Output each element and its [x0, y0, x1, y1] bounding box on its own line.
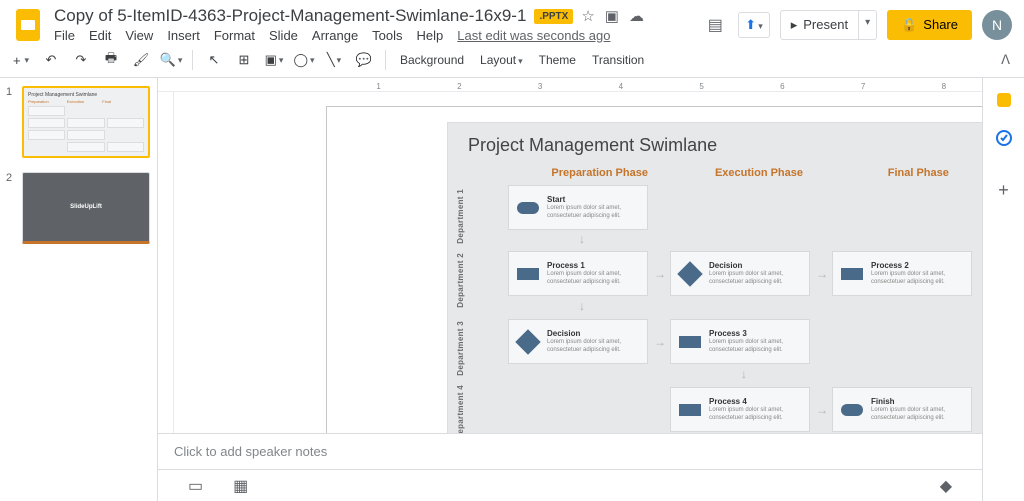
- theme-button[interactable]: Theme: [533, 53, 582, 67]
- layout-button[interactable]: Layout▾: [474, 53, 529, 67]
- menu-bar: File Edit View Insert Format Slide Arran…: [54, 28, 694, 43]
- card-decision-r2: DecisionLorem ipsum dolor sit amet, cons…: [670, 251, 810, 296]
- side-panel: +: [982, 78, 1024, 501]
- lane-4-label: Department 4: [456, 385, 465, 433]
- present-dropdown[interactable]: ▾: [859, 10, 877, 40]
- lane-2-label: Department 2: [456, 253, 465, 308]
- slide-thumb-1[interactable]: 1 Project Management Swimlane Preparatio…: [6, 86, 151, 158]
- card-process1: Process 1Lorem ipsum dolor sit amet, con…: [508, 251, 648, 296]
- lane-1-label: Department 1: [456, 189, 465, 244]
- vertical-ruler: [158, 92, 174, 433]
- pptx-badge: .PPTX: [534, 9, 573, 24]
- grid-view-icon[interactable]: ▦: [233, 476, 248, 496]
- redo-button[interactable]: ↷: [68, 47, 94, 73]
- undo-button[interactable]: ↶: [38, 47, 64, 73]
- menu-slide[interactable]: Slide: [269, 28, 298, 43]
- shape-tool[interactable]: ◯▾: [291, 47, 317, 73]
- filmstrip: 1 Project Management Swimlane Preparatio…: [0, 78, 158, 501]
- menu-view[interactable]: View: [125, 28, 153, 43]
- collapse-toolbar[interactable]: ᐱ: [1001, 52, 1010, 68]
- phase-preparation: Preparation Phase: [520, 167, 679, 179]
- horizontal-ruler: 12345678: [158, 78, 982, 92]
- lane-3-label: Department 3: [456, 321, 465, 376]
- share-button[interactable]: 🔒 Share: [887, 10, 972, 40]
- slides-logo[interactable]: [10, 7, 46, 43]
- transition-button[interactable]: Transition: [586, 53, 650, 67]
- slide-thumb-2[interactable]: 2 SlideUpLift: [6, 172, 151, 244]
- card-process4: Process 4Lorem ipsum dolor sit amet, con…: [670, 387, 810, 432]
- explore-icon[interactable]: ◆: [940, 476, 952, 496]
- new-slide-button[interactable]: + ▾: [8, 47, 34, 73]
- slide-title: Project Management Swimlane: [468, 135, 717, 156]
- comments-icon[interactable]: ▤: [702, 12, 728, 38]
- card-process2: Process 2Lorem ipsum dolor sit amet, con…: [832, 251, 972, 296]
- card-process3: Process 3Lorem ipsum dolor sit amet, con…: [670, 319, 810, 364]
- menu-insert[interactable]: Insert: [167, 28, 200, 43]
- toolbar: + ▾ ↶ ↷ 🖶 🖌 🔍▾ ↖ ⊞ ▣▾ ◯▾ ╲▾ 💬 Background…: [0, 43, 1024, 78]
- swimlane-diagram: Project Management Swimlane Preparation …: [447, 122, 982, 433]
- speaker-notes[interactable]: Click to add speaker notes: [158, 433, 982, 469]
- slide-canvas[interactable]: Project Management Swimlane Preparation …: [326, 106, 982, 433]
- image-tool[interactable]: ▣▾: [261, 47, 287, 73]
- menu-edit[interactable]: Edit: [89, 28, 111, 43]
- menu-tools[interactable]: Tools: [372, 28, 402, 43]
- account-avatar[interactable]: N: [982, 10, 1012, 40]
- move-icon[interactable]: ▣: [605, 7, 619, 25]
- paint-format-button[interactable]: 🖌: [128, 47, 154, 73]
- present-button[interactable]: ▸ Present: [780, 10, 859, 40]
- card-start: StartLorem ipsum dolor sit amet, consect…: [508, 185, 648, 230]
- keep-icon[interactable]: [994, 90, 1014, 110]
- document-title[interactable]: Copy of 5-ItemID-4363-Project-Management…: [54, 6, 526, 26]
- card-decision-r3: DecisionLorem ipsum dolor sit amet, cons…: [508, 319, 648, 364]
- comment-tool[interactable]: 💬: [351, 47, 377, 73]
- textbox-tool[interactable]: ⊞: [231, 47, 257, 73]
- filmstrip-view-icon[interactable]: ▭: [188, 476, 203, 496]
- tasks-icon[interactable]: [994, 128, 1014, 148]
- star-icon[interactable]: ☆: [581, 7, 594, 25]
- menu-file[interactable]: File: [54, 28, 75, 43]
- menu-arrange[interactable]: Arrange: [312, 28, 358, 43]
- print-button[interactable]: 🖶: [98, 47, 124, 73]
- line-tool[interactable]: ╲▾: [321, 47, 347, 73]
- menu-help[interactable]: Help: [417, 28, 444, 43]
- card-finish: FinishLorem ipsum dolor sit amet, consec…: [832, 387, 972, 432]
- phase-execution: Execution Phase: [679, 167, 838, 179]
- bottom-bar: ▭ ▦ ◆: [158, 469, 982, 501]
- phase-final: Final Phase: [839, 167, 982, 179]
- add-addon-icon[interactable]: +: [994, 180, 1014, 200]
- last-edit-link[interactable]: Last edit was seconds ago: [457, 28, 610, 43]
- select-tool[interactable]: ↖: [201, 47, 227, 73]
- upload-button[interactable]: ⬆▾: [738, 12, 769, 38]
- menu-format[interactable]: Format: [214, 28, 255, 43]
- background-button[interactable]: Background: [394, 53, 470, 67]
- cloud-icon[interactable]: ☁: [629, 7, 644, 25]
- zoom-button[interactable]: 🔍▾: [158, 47, 184, 73]
- app-header: Copy of 5-ItemID-4363-Project-Management…: [0, 0, 1024, 43]
